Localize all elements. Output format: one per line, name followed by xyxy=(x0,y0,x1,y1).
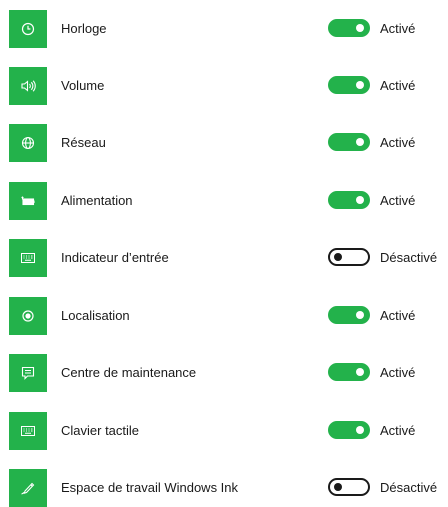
pen-icon xyxy=(9,469,47,507)
toggle-switch[interactable] xyxy=(328,306,370,324)
toggle-state-label: Activé xyxy=(380,423,416,438)
keyboard-icon xyxy=(9,239,47,277)
setting-row-centre-de-maintenance: Centre de maintenance Activé xyxy=(0,354,448,392)
setting-row-alimentation: Alimentation Activé xyxy=(0,182,448,220)
toggle-knob xyxy=(356,196,364,204)
setting-label: Réseau xyxy=(61,135,106,150)
toggle-switch[interactable] xyxy=(328,19,370,37)
toggle-knob xyxy=(356,24,364,32)
volume-icon xyxy=(9,67,47,105)
setting-row-clavier-tactile: Clavier tactile Activé xyxy=(0,412,448,450)
setting-row-indicateur-entree: Indicateur d’entrée Désactivé xyxy=(0,239,448,277)
toggle-state-label: Activé xyxy=(380,365,416,380)
setting-label: Clavier tactile xyxy=(61,423,140,438)
toggle-state-label: Activé xyxy=(380,308,416,323)
toggle-state-label: Désactivé xyxy=(380,250,438,265)
setting-label: Centre de maintenance xyxy=(61,365,197,380)
setting-label: Indicateur d’entrée xyxy=(61,250,169,265)
setting-label: Alimentation xyxy=(61,193,133,208)
battery-icon xyxy=(9,182,47,220)
keyboard-icon xyxy=(9,412,47,450)
toggle-knob xyxy=(356,81,364,89)
setting-row-reseau: Réseau Activé xyxy=(0,124,448,162)
setting-label: Volume xyxy=(61,78,105,93)
toggle-switch[interactable] xyxy=(328,248,370,266)
toggle-state-label: Activé xyxy=(380,135,416,150)
toggle-state-label: Activé xyxy=(380,21,416,36)
clock-icon xyxy=(9,10,47,48)
toggle-state-label: Désactivé xyxy=(380,480,438,495)
toggle-knob xyxy=(356,138,364,146)
toggle-state-label: Activé xyxy=(380,78,416,93)
setting-label: Localisation xyxy=(61,308,130,323)
toggle-knob xyxy=(356,311,364,319)
toggle-switch[interactable] xyxy=(328,421,370,439)
toggle-switch[interactable] xyxy=(328,76,370,94)
globe-icon xyxy=(9,124,47,162)
action-center-icon xyxy=(9,354,47,392)
location-icon xyxy=(9,297,47,335)
toggle-switch[interactable] xyxy=(328,363,370,381)
toggle-switch[interactable] xyxy=(328,191,370,209)
setting-row-horloge: Horloge Activé xyxy=(0,10,448,48)
setting-label: Horloge xyxy=(61,21,107,36)
setting-label: Espace de travail Windows Ink xyxy=(61,480,239,495)
toggle-knob xyxy=(334,483,342,491)
toggle-switch[interactable] xyxy=(328,478,370,496)
toggle-knob xyxy=(334,253,342,261)
toggle-knob xyxy=(356,426,364,434)
setting-row-localisation: Localisation Activé xyxy=(0,297,448,335)
toggle-state-label: Activé xyxy=(380,193,416,208)
setting-row-volume: Volume Activé xyxy=(0,67,448,105)
toggle-knob xyxy=(356,368,364,376)
toggle-switch[interactable] xyxy=(328,133,370,151)
setting-row-windows-ink: Espace de travail Windows Ink Désactivé xyxy=(0,469,448,507)
